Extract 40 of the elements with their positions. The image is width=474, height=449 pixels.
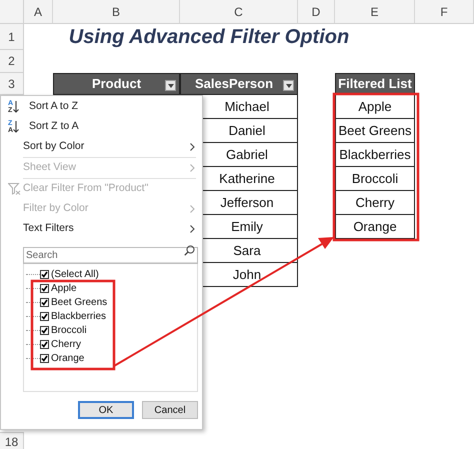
table-cell: John: [203, 263, 298, 287]
menu-item[interactable]: Text Filters: [1, 219, 202, 239]
table-cell: Daniel: [203, 119, 298, 143]
table-cell: Blackberries: [335, 143, 415, 167]
menu-item[interactable]: Sort by Color: [1, 137, 202, 157]
dialog-button[interactable]: OK: [78, 401, 134, 419]
row-header[interactable]: 2: [0, 50, 24, 73]
column-heading: Filtered List: [335, 73, 415, 95]
table-cell: Sara: [203, 239, 298, 263]
column-header[interactable]: A: [24, 0, 53, 23]
checkbox-item[interactable]: Broccoli: [40, 322, 87, 338]
row-header[interactable]: 1: [0, 24, 24, 50]
table-cell: Broccoli: [335, 167, 415, 191]
row-header[interactable]: 18: [0, 432, 24, 449]
checkbox-item[interactable]: Beet Greens: [40, 294, 108, 310]
checkbox-item[interactable]: Orange: [40, 350, 84, 366]
column-header[interactable]: D: [298, 0, 335, 23]
checkbox-item[interactable]: Apple: [40, 280, 77, 296]
column-header[interactable]: E: [335, 0, 415, 23]
checkbox-item[interactable]: (Select All): [40, 266, 99, 282]
checkbox-item[interactable]: Cherry: [40, 336, 82, 352]
table-cell: Beet Greens: [335, 119, 415, 143]
column-heading: SalesPerson: [180, 73, 298, 95]
column-header[interactable]: B: [53, 0, 180, 23]
checkbox-item[interactable]: Blackberries: [40, 308, 106, 324]
table-cell: Katherine: [203, 167, 298, 191]
row-header[interactable]: 3: [0, 73, 24, 95]
sheet-title: Using Advanced Filter Option: [68, 25, 350, 50]
table-cell: Apple: [335, 95, 415, 119]
table-cell: Jefferson: [203, 191, 298, 215]
table-cell: Cherry: [335, 191, 415, 215]
table-cell: Gabriel: [203, 143, 298, 167]
table-cell: Orange: [335, 215, 415, 239]
column-heading: Product: [53, 73, 180, 95]
table-cell: Michael: [203, 95, 298, 119]
dialog-button[interactable]: Cancel: [142, 401, 198, 419]
search-field[interactable]: Search: [23, 247, 198, 264]
table-cell: Emily: [203, 215, 298, 239]
column-header[interactable]: F: [415, 0, 474, 23]
column-header[interactable]: C: [180, 0, 298, 23]
